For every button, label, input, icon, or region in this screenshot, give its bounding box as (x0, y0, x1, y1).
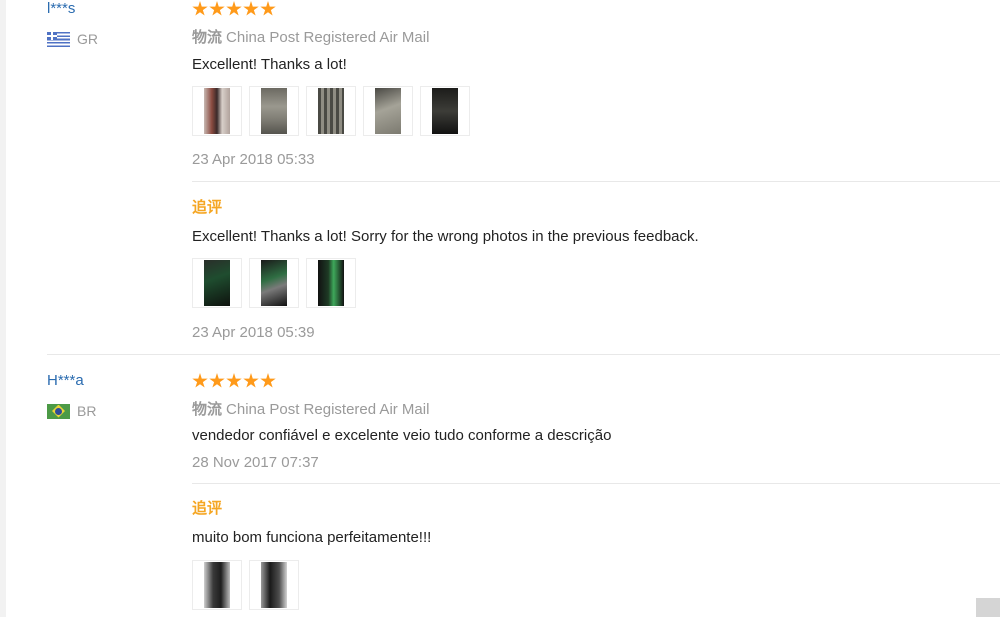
append-review-text: muito bom funciona perfeitamente!!! (192, 529, 432, 546)
star-icon (209, 373, 225, 388)
review-separator (47, 354, 1000, 355)
review-photo-thumbnail[interactable] (420, 86, 470, 136)
append-review-photos (192, 560, 299, 610)
review-text: Excellent! Thanks a lot! (192, 56, 347, 73)
reviewer-name[interactable]: H***a (47, 372, 84, 389)
logistics-method: China Post Registered Air Mail (226, 29, 430, 46)
append-review-label: 追评 (192, 199, 223, 216)
review-date: 23 Apr 2018 05:33 (192, 151, 315, 168)
review-photo-thumbnail[interactable] (306, 86, 356, 136)
review-photo-thumbnail[interactable] (363, 86, 413, 136)
append-review-date: 23 Apr 2018 05:39 (192, 324, 315, 341)
star-icon (192, 1, 208, 16)
review-photo-thumbnail[interactable] (249, 258, 299, 308)
review-photo-thumbnail[interactable] (192, 560, 242, 610)
country-code: BR (77, 403, 97, 419)
divider (192, 181, 1000, 182)
review-photo-thumbnail[interactable] (192, 86, 242, 136)
star-icon (260, 373, 276, 388)
review-photos (192, 86, 470, 136)
review-photo-thumbnail[interactable] (306, 258, 356, 308)
append-review-text: Excellent! Thanks a lot! Sorry for the w… (192, 228, 699, 245)
append-review-photos (192, 258, 356, 308)
reviewer-name[interactable]: l***s (47, 0, 75, 17)
logistics-info: 物流 China Post Registered Air Mail (192, 26, 429, 47)
brazil-flag-icon (47, 403, 70, 419)
star-icon (226, 1, 242, 16)
star-icon (209, 1, 225, 16)
review-text: vendedor confiável e excelente veio tudo… (192, 427, 612, 444)
scroll-corner-button[interactable] (976, 598, 1000, 617)
rating-stars (192, 1, 276, 17)
left-rail (0, 0, 6, 617)
rating-stars (192, 373, 276, 389)
country-code: GR (77, 31, 98, 47)
greece-flag-icon (47, 31, 70, 47)
review-photo-thumbnail[interactable] (249, 560, 299, 610)
star-icon (243, 373, 259, 388)
logistics-label: 物流 (192, 401, 223, 418)
review-photo-thumbnail[interactable] (192, 258, 242, 308)
star-icon (226, 373, 242, 388)
logistics-method: China Post Registered Air Mail (226, 401, 430, 418)
divider (192, 483, 1000, 484)
star-icon (243, 1, 259, 16)
star-icon (192, 373, 208, 388)
logistics-label: 物流 (192, 29, 223, 46)
reviewer-country: BR (47, 403, 96, 419)
reviewer-country: GR (47, 31, 98, 47)
star-icon (260, 1, 276, 16)
append-review-label: 追评 (192, 500, 223, 517)
review-date: 28 Nov 2017 07:37 (192, 454, 319, 471)
logistics-info: 物流 China Post Registered Air Mail (192, 398, 429, 419)
review-photo-thumbnail[interactable] (249, 86, 299, 136)
